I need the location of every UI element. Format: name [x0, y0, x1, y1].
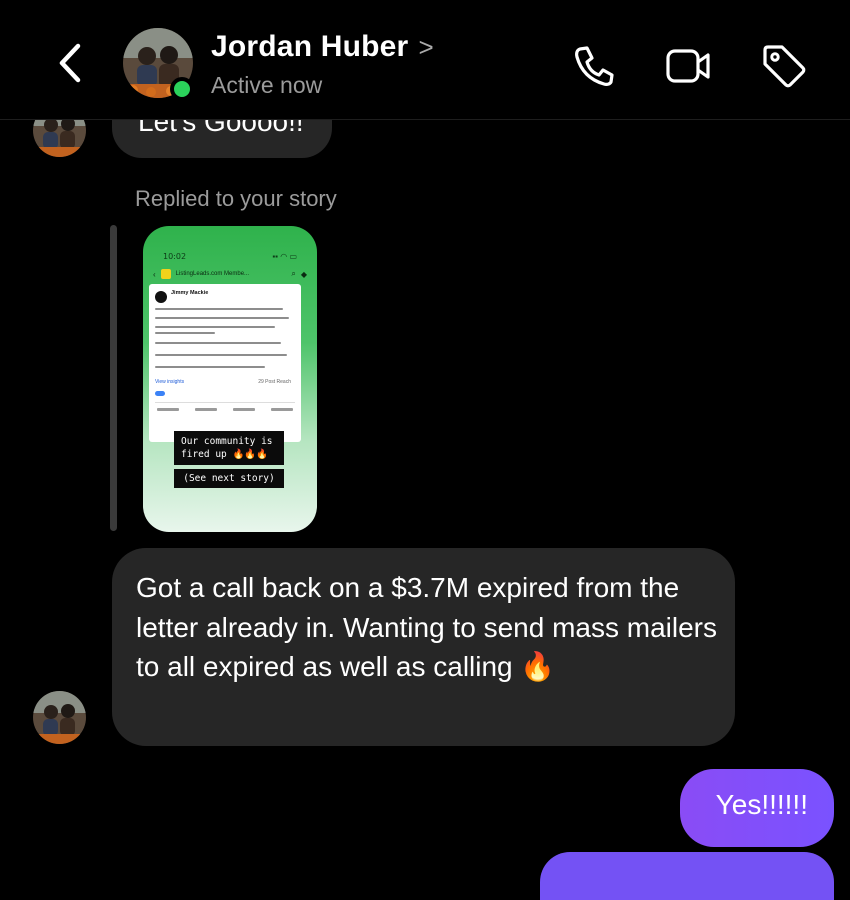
reactions-icon	[155, 391, 165, 396]
group-logo	[160, 269, 171, 279]
share-action	[271, 408, 293, 411]
post-text-line	[155, 332, 215, 334]
story-caption-line: Our community is	[181, 436, 273, 447]
story-post-card: Jimmy Mackie View insights 29 Post Reach	[149, 284, 301, 442]
video-camera-icon	[666, 49, 710, 83]
story-reply-label: Replied to your story	[135, 186, 337, 211]
post-text-line	[155, 354, 287, 356]
comment-action	[195, 408, 217, 411]
post-text-line	[155, 366, 265, 368]
message-text: Yes!!!!!!	[715, 789, 808, 820]
post-actions	[157, 408, 293, 411]
view-insights-link: View insights	[155, 379, 185, 385]
story-caption-line: fired up 🔥🔥🔥	[181, 449, 268, 460]
chevron-right-icon: >	[418, 31, 434, 62]
message-bubble[interactable]: Got a call back on a $3.7M expired from …	[112, 548, 735, 746]
chevron-left-icon: ‹	[153, 269, 156, 279]
story-app-title: ListingLeads.com Membe...	[175, 271, 250, 277]
video-call-button[interactable]	[664, 42, 712, 90]
post-author-avatar	[155, 291, 167, 303]
tag-icon	[763, 45, 806, 88]
online-status-dot	[170, 77, 194, 101]
sent-message-bubble[interactable]: Yes!!!!!!	[680, 769, 834, 847]
story-time: 10:02	[163, 252, 187, 261]
gif-action	[233, 408, 255, 411]
post-text-line	[155, 342, 281, 344]
reply-indicator-bar	[110, 225, 117, 531]
story-caption: Our community is fired up 🔥🔥🔥	[174, 431, 284, 465]
chevron-left-icon	[59, 43, 81, 83]
post-text-line	[155, 308, 283, 310]
see-next-story-label: (See next story)	[174, 469, 284, 488]
tag-button[interactable]	[760, 42, 808, 90]
post-reach: 29 Post Reach	[258, 379, 291, 385]
phone-icon	[575, 46, 614, 86]
post-text-line	[155, 317, 289, 319]
like-action	[157, 408, 179, 411]
contact-name-row[interactable]: Jordan Huber >	[211, 30, 434, 64]
post-author-name: Jimmy Mackie	[171, 290, 209, 296]
message-text: Got a call back on a $3.7M expired from …	[136, 572, 717, 682]
search-icon: ⌕	[291, 269, 296, 278]
contact-name: Jordan Huber	[211, 30, 409, 63]
active-status: Active now	[211, 72, 323, 98]
post-divider	[155, 402, 295, 403]
shield-icon: ◆	[300, 269, 307, 279]
back-button[interactable]	[52, 40, 92, 86]
story-app-bar: ‹ ListingLeads.com Membe... ⌕ ◆	[153, 266, 307, 282]
sent-message-bubble[interactable]	[540, 852, 834, 900]
post-text-line	[155, 326, 275, 328]
sender-avatar[interactable]	[33, 691, 86, 744]
story-signal-icons: ▪▪ ◠ ▭	[272, 252, 297, 261]
audio-call-button[interactable]	[570, 42, 618, 90]
chat-header: Jordan Huber > Active now	[0, 0, 850, 120]
